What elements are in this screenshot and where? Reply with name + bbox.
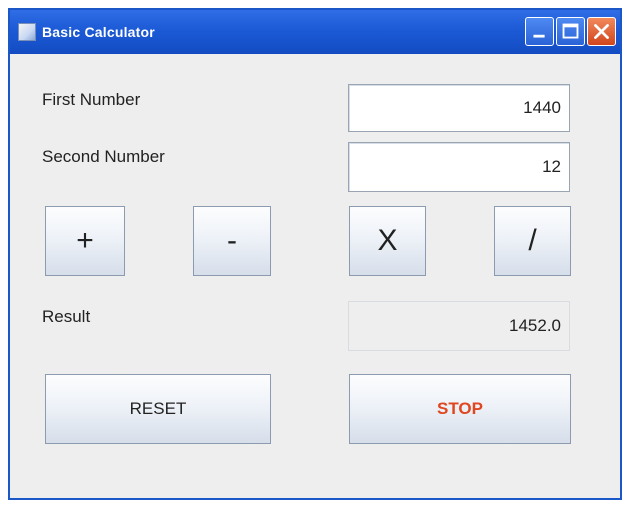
divide-button[interactable]: / [494, 206, 571, 276]
minimize-icon [533, 34, 545, 38]
stop-button[interactable]: STOP [349, 374, 571, 444]
second-number-field[interactable] [348, 142, 570, 192]
window-title: Basic Calculator [42, 24, 155, 40]
title-bar[interactable]: Basic Calculator [10, 10, 620, 54]
close-icon [594, 24, 609, 39]
first-number-field[interactable] [348, 84, 570, 132]
close-button[interactable] [587, 17, 616, 46]
maximize-button[interactable] [556, 17, 585, 46]
app-icon [18, 23, 36, 41]
multiply-button[interactable]: X [349, 206, 426, 276]
reset-button[interactable]: RESET [45, 374, 271, 444]
calculator-window: Basic Calculator First Number 1440 Secon… [8, 8, 622, 500]
second-number-label: Second Number [42, 147, 165, 166]
window-controls [525, 17, 616, 46]
subtract-button[interactable]: - [193, 206, 271, 276]
result-label: Result [42, 307, 91, 326]
first-number-label: First Number [42, 90, 141, 109]
minimize-button[interactable] [525, 17, 554, 46]
result-field [348, 301, 570, 351]
add-button[interactable]: + [45, 206, 125, 276]
maximize-icon [562, 23, 579, 39]
calculator-panel: First Number Second Number + - X / Resul… [10, 54, 620, 498]
